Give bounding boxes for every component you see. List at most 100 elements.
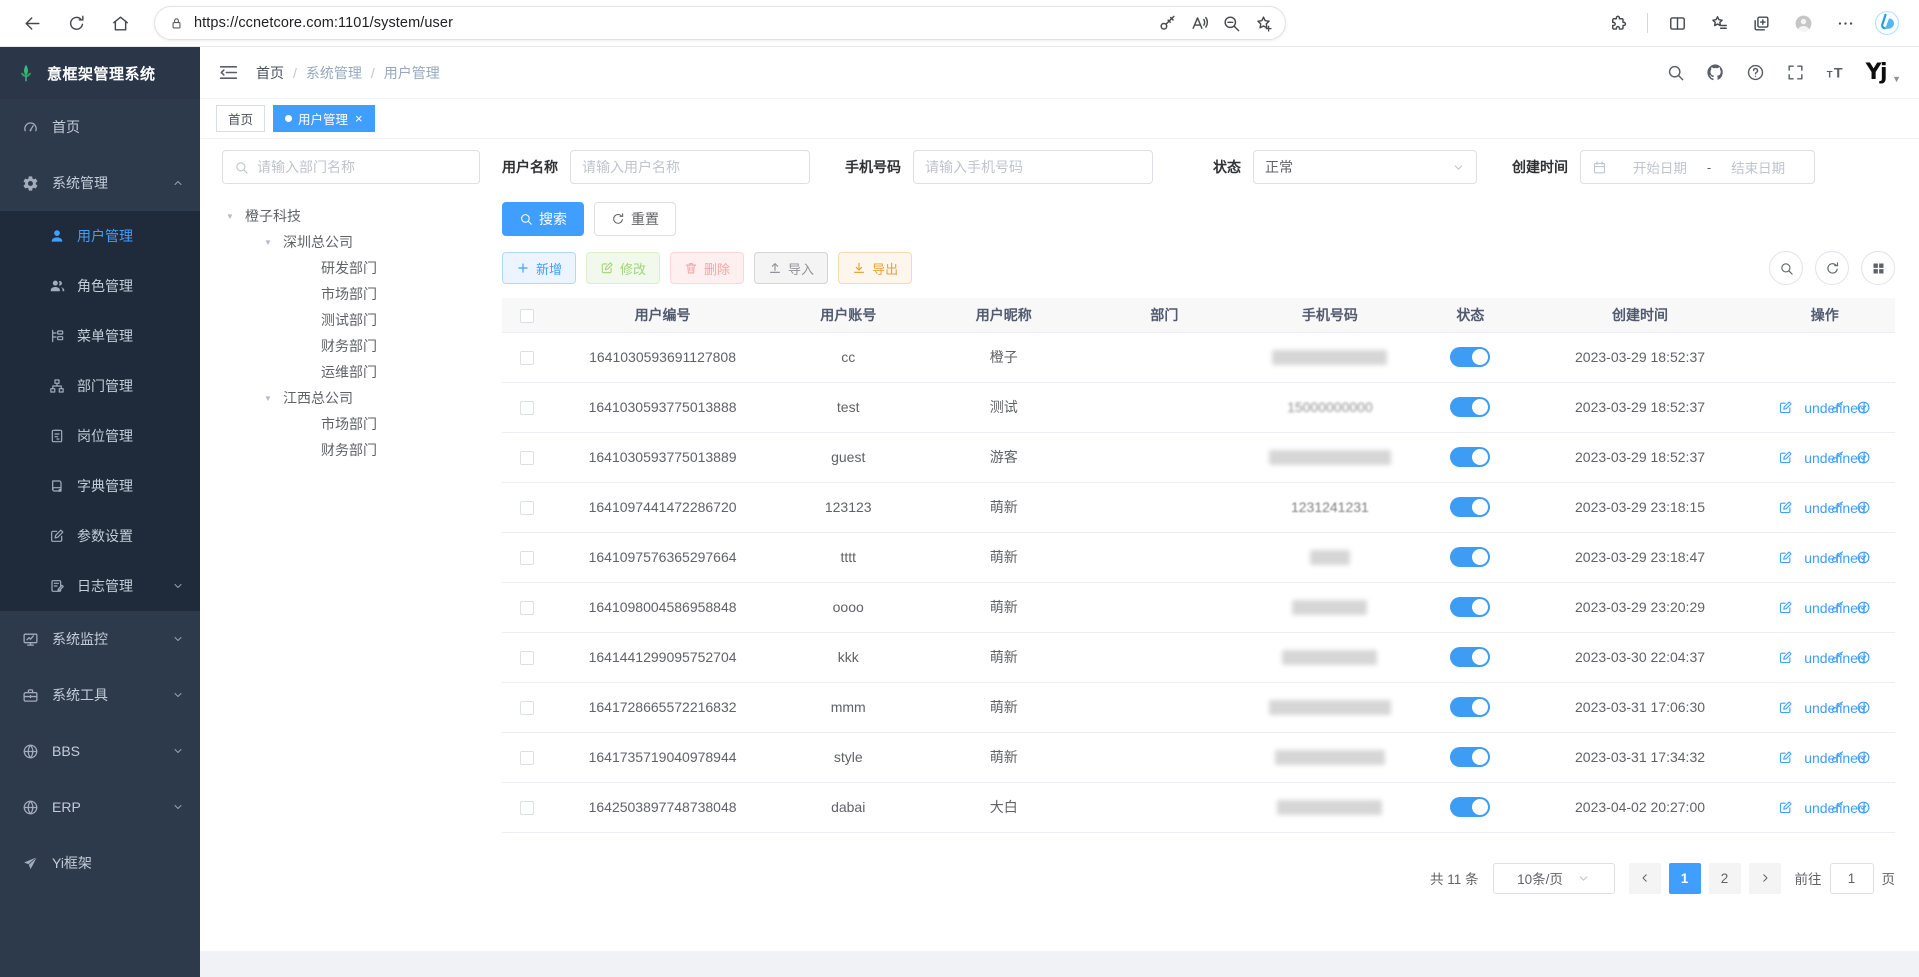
- assign-role-icon[interactable]: [1856, 750, 1871, 765]
- edit-icon[interactable]: [1778, 500, 1793, 515]
- delete-icon[interactable]: undefined: [1804, 400, 1819, 415]
- collapse-sidebar-icon[interactable]: [218, 62, 239, 83]
- breadcrumb-item[interactable]: 用户管理: [384, 63, 440, 83]
- tree-node[interactable]: 研发部门: [222, 255, 480, 281]
- font-size-button[interactable]: TT: [1826, 63, 1845, 82]
- reset-password-icon[interactable]: [1830, 500, 1845, 515]
- goto-page-input[interactable]: [1830, 863, 1874, 894]
- sidebar-item-yi[interactable]: Yi框架: [0, 835, 200, 891]
- sidebar-subitem-dept[interactable]: 部门管理: [0, 361, 200, 411]
- sidebar-subitem-role[interactable]: 角色管理: [0, 261, 200, 311]
- page-button-1[interactable]: 1: [1669, 863, 1701, 894]
- select-all-checkbox[interactable]: [520, 309, 534, 323]
- tree-node[interactable]: 市场部门: [222, 281, 480, 307]
- end-date-placeholder[interactable]: 结束日期: [1713, 157, 1803, 177]
- profile-button[interactable]: [1785, 6, 1821, 40]
- row-checkbox[interactable]: [520, 651, 534, 665]
- sidebar-item-system[interactable]: 系统管理: [0, 155, 200, 211]
- grid-option-button[interactable]: [1861, 251, 1895, 285]
- status-toggle-on[interactable]: [1450, 597, 1490, 617]
- copilot-button[interactable]: [1869, 6, 1905, 40]
- app-logo[interactable]: 意框架管理系统: [0, 47, 200, 99]
- edit-icon[interactable]: [1778, 800, 1793, 815]
- delete-icon[interactable]: undefined: [1804, 500, 1819, 515]
- tree-node[interactable]: 财务部门: [222, 333, 480, 359]
- start-date-placeholder[interactable]: 开始日期: [1615, 157, 1705, 177]
- breadcrumb-item[interactable]: 系统管理: [306, 63, 362, 83]
- status-toggle-on[interactable]: [1450, 697, 1490, 717]
- sidebar-item-home[interactable]: 首页: [0, 99, 200, 155]
- help-button[interactable]: [1746, 63, 1765, 82]
- assign-role-icon[interactable]: [1856, 550, 1871, 565]
- edit-icon[interactable]: [1778, 600, 1793, 615]
- export-button[interactable]: 导出: [838, 252, 912, 284]
- refresh-option-button[interactable]: [1815, 251, 1849, 285]
- date-range-picker[interactable]: 开始日期 - 结束日期: [1580, 150, 1815, 184]
- row-checkbox[interactable]: [520, 701, 534, 715]
- user-avatar[interactable]: Yj ▼: [1866, 60, 1901, 85]
- delete-button[interactable]: 删除: [670, 252, 744, 284]
- row-checkbox[interactable]: [520, 601, 534, 615]
- page-size-select[interactable]: 10条/页: [1493, 863, 1615, 894]
- department-search-input[interactable]: [257, 159, 468, 175]
- tab-user-manage[interactable]: 用户管理×: [273, 105, 375, 132]
- sidebar-subitem-dict[interactable]: 字典管理: [0, 461, 200, 511]
- breadcrumb-item[interactable]: 首页: [256, 63, 284, 83]
- edit-icon[interactable]: [1778, 400, 1793, 415]
- status-toggle-on[interactable]: [1450, 497, 1490, 517]
- sidebar-item-tools[interactable]: 系统工具: [0, 667, 200, 723]
- read-aloud-button[interactable]: [1183, 6, 1215, 40]
- username-input[interactable]: [582, 159, 798, 175]
- sidebar-subitem-param[interactable]: 参数设置: [0, 511, 200, 561]
- close-icon[interactable]: ×: [355, 112, 363, 125]
- sidebar-item-bbs[interactable]: BBS: [0, 723, 200, 779]
- sidebar-subitem-post[interactable]: 岗位管理: [0, 411, 200, 461]
- delete-icon[interactable]: undefined: [1804, 700, 1819, 715]
- delete-icon[interactable]: undefined: [1804, 450, 1819, 465]
- delete-icon[interactable]: undefined: [1804, 550, 1819, 565]
- reset-password-icon[interactable]: [1830, 750, 1845, 765]
- add-button[interactable]: 新增: [502, 252, 576, 284]
- row-checkbox[interactable]: [520, 751, 534, 765]
- status-toggle-on[interactable]: [1450, 647, 1490, 667]
- tree-node[interactable]: ▼江西总公司: [222, 385, 480, 411]
- github-button[interactable]: [1706, 63, 1725, 82]
- prev-page-button[interactable]: [1629, 863, 1661, 894]
- status-toggle-on[interactable]: [1450, 397, 1490, 417]
- assign-role-icon[interactable]: [1856, 600, 1871, 615]
- tree-node[interactable]: 财务部门: [222, 437, 480, 463]
- search-button[interactable]: 搜索: [502, 202, 584, 236]
- status-toggle-on[interactable]: [1450, 547, 1490, 567]
- edit-icon[interactable]: [1778, 550, 1793, 565]
- status-toggle-on[interactable]: [1450, 797, 1490, 817]
- reset-password-icon[interactable]: [1830, 400, 1845, 415]
- row-checkbox[interactable]: [520, 801, 534, 815]
- reset-password-icon[interactable]: [1830, 700, 1845, 715]
- more-button[interactable]: [1827, 6, 1863, 40]
- reset-password-icon[interactable]: [1830, 600, 1845, 615]
- tree-node[interactable]: 市场部门: [222, 411, 480, 437]
- tree-node[interactable]: 测试部门: [222, 307, 480, 333]
- sidebar-subitem-menu[interactable]: 菜单管理: [0, 311, 200, 361]
- split-screen-button[interactable]: [1659, 6, 1695, 40]
- row-checkbox[interactable]: [520, 451, 534, 465]
- search-button[interactable]: [1666, 63, 1685, 82]
- status-toggle-on[interactable]: [1450, 347, 1490, 367]
- reset-password-icon[interactable]: [1830, 650, 1845, 665]
- reset-button[interactable]: 重置: [594, 202, 676, 236]
- key-button[interactable]: [1151, 6, 1183, 40]
- department-search[interactable]: [222, 150, 480, 184]
- import-button[interactable]: 导入: [754, 252, 828, 284]
- phone-field[interactable]: [913, 150, 1153, 184]
- assign-role-icon[interactable]: [1856, 650, 1871, 665]
- tab-home[interactable]: 首页: [216, 105, 265, 132]
- address-bar[interactable]: https://ccnetcore.com:1101/system/user: [154, 6, 1286, 40]
- tree-node[interactable]: 运维部门: [222, 359, 480, 385]
- status-toggle-on[interactable]: [1450, 447, 1490, 467]
- delete-icon[interactable]: undefined: [1804, 650, 1819, 665]
- assign-role-icon[interactable]: [1856, 400, 1871, 415]
- reset-password-icon[interactable]: [1830, 550, 1845, 565]
- fullscreen-button[interactable]: [1786, 63, 1805, 82]
- assign-role-icon[interactable]: [1856, 450, 1871, 465]
- row-checkbox[interactable]: [520, 501, 534, 515]
